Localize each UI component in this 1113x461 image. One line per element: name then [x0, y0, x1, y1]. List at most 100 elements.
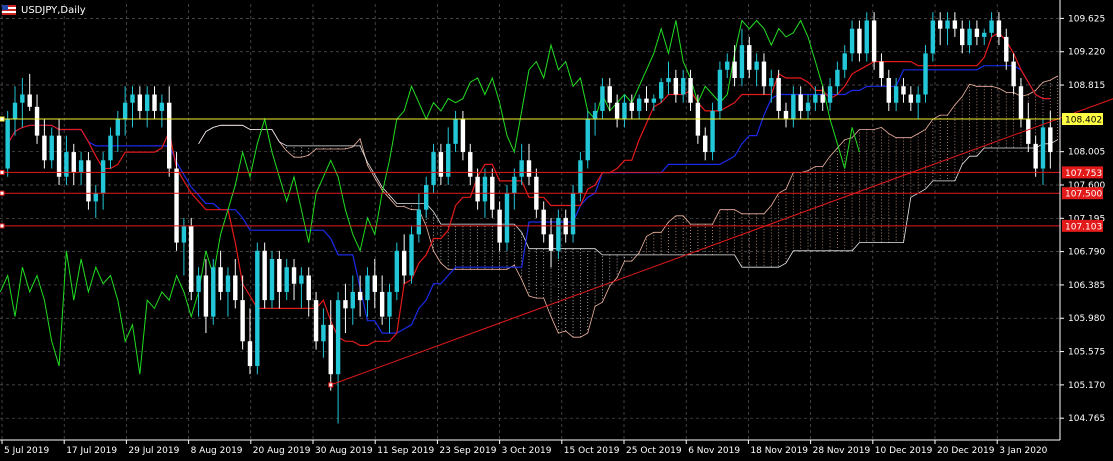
- time-tick-label: 5 Jul 2019: [4, 446, 49, 456]
- candle: [761, 53, 767, 95]
- candle: [901, 78, 906, 103]
- level-anchor: [0, 190, 5, 196]
- candle-body: [409, 234, 414, 276]
- candle-body: [86, 160, 91, 202]
- candle: [673, 69, 679, 103]
- time-tick-label: 8 Aug 2019: [191, 446, 243, 456]
- candle: [548, 217, 554, 268]
- time-tick-label: 18 Nov 2019: [750, 446, 808, 456]
- candle-body: [438, 152, 444, 177]
- chart-title: USDJPY,Daily: [21, 4, 86, 16]
- candle-body: [284, 267, 289, 292]
- candle-body: [1048, 127, 1053, 153]
- candle: [431, 143, 436, 194]
- candle: [747, 36, 752, 79]
- price-tick-label: 106.790: [1068, 248, 1105, 258]
- candle: [857, 20, 862, 62]
- candle-body: [100, 160, 106, 194]
- candle: [468, 143, 473, 185]
- candle: [130, 86, 135, 128]
- level-anchor: [0, 223, 5, 229]
- candle-body: [350, 291, 355, 309]
- candle: [453, 110, 458, 153]
- candle: [211, 259, 216, 325]
- candle-body: [49, 135, 54, 161]
- candle: [541, 201, 546, 243]
- candle-body: [475, 176, 480, 202]
- candle-body: [365, 275, 370, 301]
- time-tick-label: 20 Dec 2019: [937, 446, 995, 456]
- candle-body: [93, 193, 98, 202]
- candle-body: [1018, 86, 1024, 120]
- candle-body: [644, 98, 649, 103]
- candle-body: [769, 78, 774, 87]
- candle: [1026, 102, 1031, 153]
- candle-body: [629, 102, 634, 111]
- chart-title-bar: USDJPY,Daily: [2, 3, 86, 17]
- candle-body: [556, 217, 561, 251]
- candle: [108, 127, 113, 169]
- candle: [144, 86, 150, 128]
- candle: [409, 226, 414, 284]
- candle: [908, 86, 914, 111]
- time-tick-label: 11 Sep 2019: [377, 446, 434, 456]
- candle-body: [600, 86, 605, 111]
- candle: [299, 267, 304, 309]
- candle-body: [446, 143, 451, 177]
- candle: [335, 291, 341, 424]
- candle: [680, 69, 686, 103]
- chart-canvas[interactable]: 109.625109.220108.815108.005107.600107.1…: [0, 0, 1113, 457]
- candle-body: [857, 28, 862, 54]
- candle-body: [541, 209, 546, 235]
- candle-body: [115, 119, 121, 136]
- candle-body: [658, 82, 664, 99]
- candle: [871, 12, 877, 70]
- candle: [827, 78, 833, 111]
- candle: [446, 127, 451, 185]
- candle-body: [137, 94, 143, 111]
- candle: [20, 78, 25, 128]
- time-tick-label: 6 Nov 2019: [688, 446, 740, 456]
- candle: [791, 86, 796, 128]
- candle: [732, 45, 737, 87]
- candle: [277, 250, 282, 309]
- candle-body: [196, 275, 201, 292]
- candle: [798, 86, 803, 120]
- candle: [416, 193, 422, 243]
- candle: [710, 102, 715, 161]
- time-tick-label: 3 Oct 2019: [502, 446, 552, 456]
- candle: [328, 300, 333, 391]
- time-tick-label: 25 Oct 2019: [626, 446, 682, 456]
- candle-body: [291, 267, 297, 284]
- price-tick-label: 105.575: [1068, 348, 1105, 358]
- candle: [401, 234, 407, 284]
- candle: [754, 53, 759, 87]
- candle-body: [849, 28, 855, 54]
- candle-body: [842, 53, 847, 70]
- level-anchor: [0, 116, 5, 122]
- candle: [86, 152, 91, 210]
- candle-body: [526, 160, 532, 177]
- candle: [152, 86, 157, 120]
- price-tick-label: 105.980: [1068, 314, 1105, 324]
- candle: [915, 86, 921, 120]
- candle: [387, 283, 392, 334]
- ichimoku-cloud: [286, 75, 1059, 338]
- candle: [343, 283, 348, 334]
- candle-body: [893, 86, 899, 103]
- candle-body: [262, 250, 267, 301]
- price-tick-label: 108.005: [1068, 148, 1105, 158]
- chart-window[interactable]: USDJPY,Daily 109.625 109.220 108.815 108.00…: [0, 0, 1113, 457]
- candle: [291, 259, 297, 301]
- candle-body: [1033, 143, 1038, 169]
- candle: [189, 217, 194, 301]
- candle: [886, 69, 891, 111]
- price-label-text: 107.500: [1065, 190, 1102, 200]
- candle: [937, 12, 943, 46]
- price-tick-label: 106.385: [1068, 281, 1105, 291]
- price-axis: 109.625109.220108.815108.005107.600107.1…: [1059, 0, 1105, 440]
- candle-body: [791, 94, 796, 120]
- time-tick-label: 15 Oct 2019: [564, 446, 620, 456]
- candle: [952, 12, 958, 37]
- candle-body: [174, 168, 179, 243]
